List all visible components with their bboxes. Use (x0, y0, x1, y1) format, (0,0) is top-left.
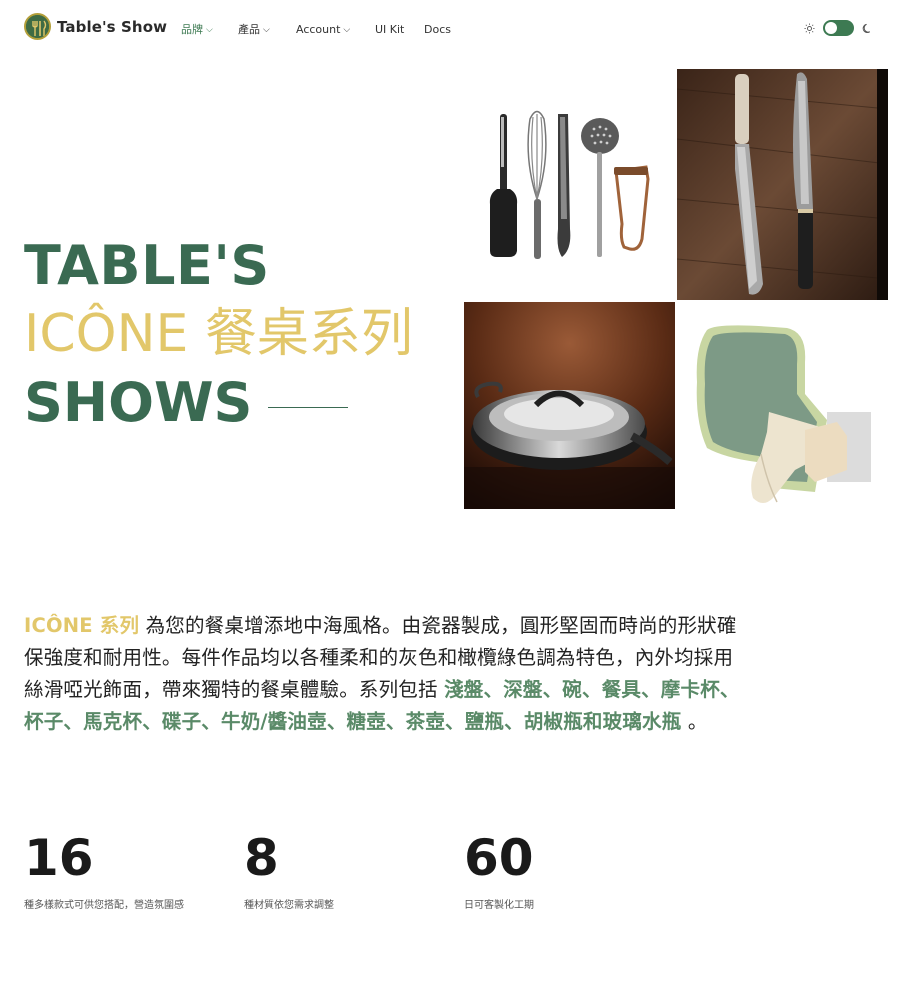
brand-logo-icon (24, 13, 51, 40)
stat-styles: 16 種多樣款式可供您搭配，營造氛圍感 (24, 828, 184, 911)
chevron-down-icon: ⌵ (206, 25, 213, 35)
moon-icon (862, 23, 871, 33)
hero-line-3: SHOWS (24, 371, 253, 434)
brand-name: Table's Show (57, 17, 168, 36)
hero-line-1: TABLE'S (24, 234, 270, 297)
nav-item-label: Account (296, 22, 341, 36)
nav-item-products[interactable]: 產品 ⌵ (238, 21, 296, 37)
nav-item-brand[interactable]: 品牌 ⌵ (181, 21, 238, 37)
hero-heading: TABLE'S ICÔNE 餐桌系列 SHOWS (24, 236, 413, 433)
stat-label: 種材質依您需求調整 (244, 900, 334, 911)
theme-toggle[interactable] (823, 20, 854, 36)
chevron-down-icon: ⌵ (343, 25, 351, 35)
stat-number: 8 (244, 829, 279, 887)
nav-item-label: Docs (424, 22, 451, 36)
nav-item-label: 產品 (238, 23, 260, 36)
nav-item-docs[interactable]: Docs (424, 21, 464, 37)
collection-description: ICÔNE 系列 為您的餐桌增添地中海風格。由瓷器製成，圓形堅固而時尚的形狀確保… (24, 610, 744, 738)
hero-divider (268, 406, 349, 408)
stat-label: 日可客製化工期 (464, 900, 534, 911)
stat-number: 60 (464, 829, 534, 887)
nav-item-label: UI Kit (375, 22, 405, 36)
stat-lead-time: 60 日可客製化工期 (464, 828, 534, 911)
stat-number: 16 (24, 829, 94, 887)
stat-materials: 8 種材質依您需求調整 (244, 828, 334, 911)
nav-item-account[interactable]: Account ⌵ (296, 21, 375, 37)
main-nav: 品牌 ⌵ 產品 ⌵ Account ⌵ UI Kit Docs (181, 21, 464, 37)
nav-item-ui-kit[interactable]: UI Kit (375, 21, 424, 37)
chevron-down-icon: ⌵ (263, 25, 270, 35)
napkins-image (677, 302, 888, 509)
collection-name: ICÔNE 系列 (24, 614, 140, 637)
sun-icon (804, 22, 815, 34)
hero-line-3-wrap: SHOWS (24, 373, 413, 433)
utensils-image (464, 69, 675, 300)
site-header: Table's Show 品牌 ⌵ 產品 ⌵ Account ⌵ UI Kit … (0, 0, 912, 58)
toggle-knob (825, 22, 837, 34)
description-end: 。 (681, 710, 708, 733)
stat-label: 種多樣款式可供您搭配，營造氛圍感 (24, 900, 184, 911)
pan-image (464, 302, 675, 509)
brand-link[interactable]: Table's Show (24, 13, 167, 40)
theme-switcher (804, 20, 873, 36)
nav-item-label: 品牌 (181, 23, 203, 36)
hero-line-2: ICÔNE 餐桌系列 (24, 304, 413, 364)
knives-image (677, 69, 888, 300)
